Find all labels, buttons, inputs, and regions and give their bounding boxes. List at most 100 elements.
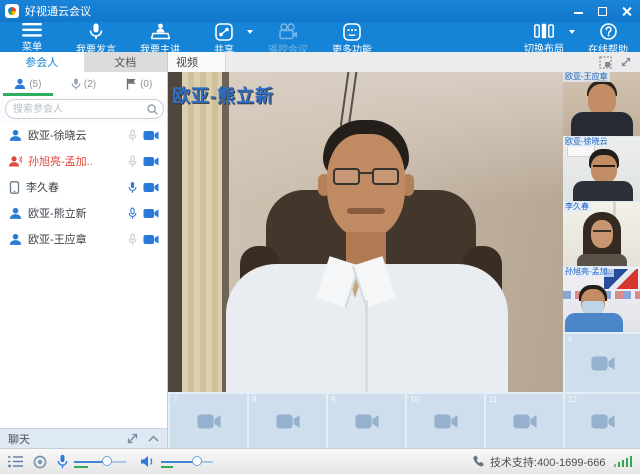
speaker-shirt bbox=[226, 264, 508, 392]
tab-video[interactable]: 视频 bbox=[168, 52, 226, 72]
popout-chat-icon[interactable] bbox=[127, 433, 138, 444]
video-thumbnail[interactable]: 孙旭亮-孟加.. bbox=[563, 267, 640, 332]
search-row bbox=[0, 96, 167, 122]
camera-placeholder-icon bbox=[354, 413, 380, 430]
network-signal-icon bbox=[614, 456, 633, 467]
participant-row[interactable]: 欧亚-熊立新 bbox=[0, 200, 167, 226]
empty-video-slot[interactable]: 8 bbox=[247, 392, 326, 448]
empty-video-slot[interactable]: 6 bbox=[563, 332, 640, 392]
participant-row[interactable]: 欧亚-王应章 bbox=[0, 226, 167, 252]
mic-icon bbox=[71, 78, 81, 90]
person-icon bbox=[9, 207, 22, 220]
speaker-volume-icon[interactable] bbox=[140, 455, 155, 468]
share-icon bbox=[215, 23, 233, 40]
hamburger-icon bbox=[22, 23, 42, 37]
close-button[interactable] bbox=[622, 6, 632, 16]
maximize-button[interactable] bbox=[598, 6, 608, 16]
mic-off-icon[interactable] bbox=[128, 233, 137, 246]
chevron-down-icon bbox=[247, 30, 253, 34]
support-phone-text: 技术支持:400-1699-666 bbox=[490, 454, 606, 470]
mic-off-icon[interactable] bbox=[128, 155, 137, 168]
remote-control-button: 遥控会议 bbox=[256, 22, 320, 52]
video-thumbnail[interactable]: 欧亚-徐晓云 bbox=[563, 137, 640, 202]
thumbnail-name-label: 欧亚-王应章 bbox=[563, 72, 610, 82]
camera-placeholder-icon bbox=[433, 413, 459, 430]
chevron-down-icon bbox=[569, 30, 575, 34]
search-input[interactable] bbox=[11, 103, 147, 116]
participant-list: 欧亚-徐晓云 孙旭亮-孟加.. 李久春 bbox=[0, 122, 167, 428]
chat-header[interactable]: 聊天 bbox=[0, 428, 167, 448]
request-present-button[interactable]: 我要主讲 bbox=[128, 22, 192, 52]
movie-camera-icon bbox=[278, 23, 298, 40]
minimize-button[interactable] bbox=[574, 6, 584, 16]
microphone-icon bbox=[88, 23, 104, 40]
empty-video-slot[interactable]: 9 bbox=[326, 392, 405, 448]
empty-video-slot[interactable]: 11 bbox=[484, 392, 563, 448]
thumbnail-name-label: 李久春 bbox=[563, 202, 591, 212]
flag-icon bbox=[126, 78, 137, 90]
camera-placeholder-icon bbox=[590, 355, 616, 372]
participant-row[interactable]: 李久春 bbox=[0, 174, 167, 200]
tab-participants[interactable]: 参会人 bbox=[0, 52, 84, 72]
filter-all[interactable]: (5) bbox=[0, 72, 56, 96]
switch-layout-button[interactable]: 切换布局 bbox=[512, 22, 576, 52]
mobile-device-icon bbox=[9, 181, 20, 194]
presenter-icon bbox=[151, 23, 170, 40]
fullscreen-icon[interactable] bbox=[620, 56, 632, 68]
person-speaking-icon bbox=[9, 155, 22, 168]
layout-columns-icon bbox=[534, 23, 554, 39]
camera-on-icon[interactable] bbox=[143, 208, 159, 219]
app-logo-icon bbox=[5, 4, 19, 18]
speaker-glasses bbox=[333, 168, 399, 186]
share-button[interactable]: 共享 bbox=[192, 22, 256, 52]
main-toolbar: 菜单 我要发言 我要主讲 共享 遥控会议 更多功能 bbox=[0, 22, 640, 52]
tab-documents[interactable]: 文档 bbox=[84, 52, 168, 72]
snapshot-icon[interactable] bbox=[599, 56, 612, 69]
person-icon bbox=[14, 78, 26, 90]
video-thumbnail[interactable]: 李久春 bbox=[563, 202, 640, 267]
camera-placeholder-icon bbox=[512, 413, 538, 430]
mic-volume-icon[interactable] bbox=[57, 454, 68, 469]
subtitle-list-icon[interactable] bbox=[8, 455, 23, 468]
empty-video-slot[interactable]: 7 bbox=[168, 392, 247, 448]
help-icon bbox=[600, 23, 617, 40]
mic-on-icon[interactable] bbox=[128, 181, 137, 194]
camera-placeholder-icon bbox=[590, 413, 616, 430]
empty-video-slot[interactable]: 10 bbox=[405, 392, 484, 448]
camera-on-icon[interactable] bbox=[143, 234, 159, 245]
more-functions-icon bbox=[343, 23, 361, 40]
camera-settings-icon[interactable] bbox=[33, 455, 47, 469]
thumbnail-name-label: 孙旭亮-孟加.. bbox=[563, 267, 614, 277]
camera-on-icon[interactable] bbox=[143, 156, 159, 167]
menu-button[interactable]: 菜单 bbox=[0, 22, 64, 52]
speaker-volume-slider[interactable] bbox=[161, 455, 213, 469]
mic-off-icon[interactable] bbox=[128, 129, 137, 142]
curtain-shadow bbox=[168, 72, 182, 392]
title-bar: 好视通云会议 bbox=[0, 0, 640, 22]
online-help-button[interactable]: 在线帮助 bbox=[576, 22, 640, 52]
request-speak-button[interactable]: 我要发言 bbox=[64, 22, 128, 52]
mic-on-icon[interactable] bbox=[128, 207, 137, 220]
video-stage: 欧亚-熊立新 欧亚-王应章 欧亚-徐晓云 李久春 孙旭亮-孟加.. 6 7 8 … bbox=[168, 72, 640, 448]
collapse-chat-icon[interactable] bbox=[148, 435, 159, 442]
filter-handsup[interactable]: (0) bbox=[111, 72, 167, 96]
camera-on-icon[interactable] bbox=[143, 182, 159, 193]
status-bar: 技术支持:400-1699-666 bbox=[0, 448, 640, 474]
speaker-face bbox=[327, 134, 405, 238]
main-speaker-video[interactable]: 欧亚-熊立新 bbox=[168, 72, 563, 392]
empty-video-slot[interactable]: 12 bbox=[563, 392, 640, 448]
speaker-name-overlay: 欧亚-熊立新 bbox=[172, 82, 274, 108]
participant-row[interactable]: 欧亚-徐晓云 bbox=[0, 122, 167, 148]
mic-volume-slider[interactable] bbox=[74, 455, 126, 469]
more-features-button[interactable]: 更多功能 bbox=[320, 22, 384, 52]
search-icon bbox=[147, 104, 158, 115]
curtain bbox=[182, 72, 222, 392]
camera-on-icon[interactable] bbox=[143, 130, 159, 141]
participant-row[interactable]: 孙旭亮-孟加.. bbox=[0, 148, 167, 174]
filter-speaking[interactable]: (2) bbox=[56, 72, 112, 96]
video-thumbnail[interactable]: 欧亚-王应章 bbox=[563, 72, 640, 137]
thumbnail-name-label: 欧亚-徐晓云 bbox=[563, 137, 610, 147]
search-box bbox=[5, 99, 164, 119]
person-icon bbox=[9, 129, 22, 142]
camera-placeholder-icon bbox=[196, 413, 222, 430]
